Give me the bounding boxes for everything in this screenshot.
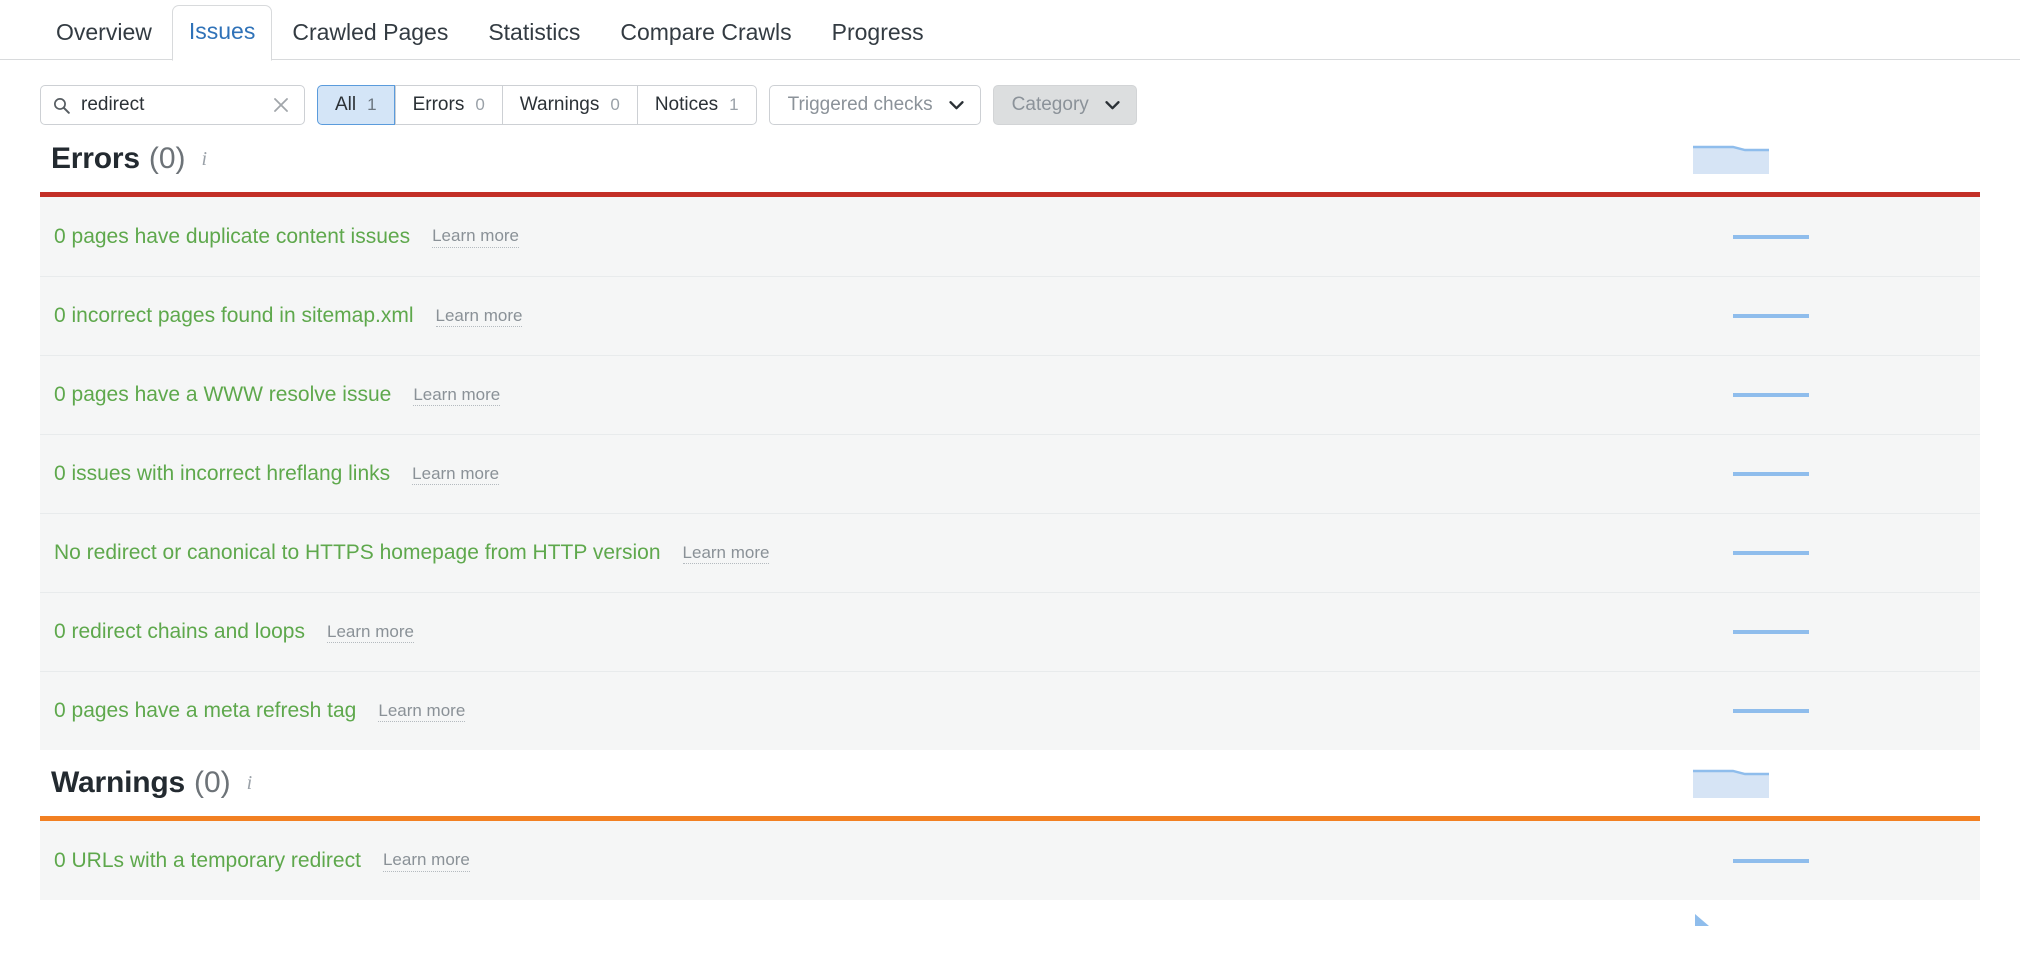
learn-more-link[interactable]: Learn more: [412, 463, 499, 485]
segment-warnings[interactable]: Warnings 0: [502, 85, 637, 125]
section-header-row: Warnings (0) i: [0, 750, 2020, 816]
segment-count: 1: [367, 86, 376, 124]
issue-row[interactable]: 0 URLs with a temporary redirect Learn mo…: [40, 821, 1980, 900]
tab-overview[interactable]: Overview: [36, 21, 172, 60]
issue-sparkline: [1733, 230, 1809, 244]
dropdown-triggered-checks[interactable]: Triggered checks: [769, 85, 981, 125]
segment-count: 0: [610, 86, 619, 124]
filter-toolbar: redirect All 1 Errors 0 Warnings 0 Notices 1 Tr…: [0, 60, 2020, 126]
issue-rows-errors: 0 pages have duplicate content issues Lea…: [40, 197, 1980, 750]
section-sparkline: [1693, 143, 1769, 174]
search-icon: [53, 97, 70, 114]
learn-more-link[interactable]: Learn more: [327, 621, 414, 643]
tab-issues[interactable]: Issues: [172, 5, 272, 61]
learn-more-link[interactable]: Learn more: [436, 305, 523, 327]
issue-sparkline: [1693, 912, 1723, 928]
issue-row[interactable]: 0 incorrect pages found in sitemap.xml Le…: [40, 276, 1980, 355]
clear-search-icon[interactable]: [268, 92, 294, 118]
tab-compare-crawls[interactable]: Compare Crawls: [600, 21, 811, 60]
issue-sparkline: [1733, 704, 1809, 718]
tab-progress[interactable]: Progress: [812, 21, 944, 60]
segment-label: Notices: [655, 86, 718, 124]
dropdown-label: Category: [1012, 94, 1089, 116]
segment-errors[interactable]: Errors 0: [395, 85, 502, 125]
segment-notices[interactable]: Notices 1: [637, 85, 757, 125]
tab-bar: OverviewIssuesCrawled PagesStatisticsCom…: [0, 0, 2020, 60]
issue-row-partial[interactable]: [40, 900, 1980, 928]
learn-more-link[interactable]: Learn more: [383, 849, 470, 871]
tab-crawled-pages[interactable]: Crawled Pages: [272, 21, 468, 60]
dropdown-category[interactable]: Category: [993, 85, 1137, 125]
dropdown-label: Triggered checks: [788, 94, 933, 116]
chevron-down-icon: [949, 94, 964, 116]
learn-more-link[interactable]: Learn more: [432, 225, 519, 247]
issue-row[interactable]: 0 pages have duplicate content issues Lea…: [40, 197, 1980, 276]
issue-sparkline: [1733, 388, 1809, 402]
segment-label: All: [335, 86, 356, 124]
section-sparkline: [1693, 767, 1769, 798]
issue-sparkline: [1733, 546, 1809, 560]
issue-label: 0 pages have duplicate content issues: [54, 225, 410, 249]
issue-sparkline: [1733, 625, 1809, 639]
segment-label: Warnings: [520, 86, 600, 124]
search-input[interactable]: redirect: [40, 85, 305, 125]
section-title: Errors: [51, 142, 140, 176]
section-count: (0): [149, 142, 186, 176]
issue-row[interactable]: 0 redirect chains and loops Learn more: [40, 592, 1980, 671]
issue-label: 0 pages have a meta refresh tag: [54, 699, 356, 723]
section-header-row: Errors (0) i: [0, 126, 2020, 192]
issue-row[interactable]: 0 pages have a meta refresh tag Learn mor…: [40, 671, 1980, 750]
severity-filter-group: All 1 Errors 0 Warnings 0 Notices 1: [317, 85, 757, 125]
issue-label: 0 issues with incorrect hreflang links: [54, 462, 390, 486]
segment-count: 1: [729, 86, 738, 124]
issue-label: No redirect or canonical to HTTPS homepa…: [54, 541, 661, 565]
search-value: redirect: [70, 94, 268, 116]
info-icon[interactable]: i: [247, 773, 253, 793]
learn-more-link[interactable]: Learn more: [378, 700, 465, 722]
issue-sparkline: [1733, 309, 1809, 323]
issues-list: Errors (0) i 0 pages have duplicate content…: [0, 126, 2020, 928]
segment-count: 0: [475, 86, 484, 124]
learn-more-link[interactable]: Learn more: [413, 384, 500, 406]
issue-label: 0 incorrect pages found in sitemap.xml: [54, 304, 414, 328]
issue-row[interactable]: 0 issues with incorrect hreflang links Le…: [40, 434, 1980, 513]
issue-rows-warnings: 0 URLs with a temporary redirect Learn mo…: [40, 821, 1980, 900]
issue-sparkline: [1733, 854, 1809, 868]
issue-row[interactable]: 0 pages have a WWW resolve issue Learn mo…: [40, 355, 1980, 434]
section-count: (0): [194, 766, 231, 800]
segment-label: Errors: [413, 86, 465, 124]
issue-label: 0 redirect chains and loops: [54, 620, 305, 644]
section-title: Warnings: [51, 766, 185, 800]
info-icon[interactable]: i: [202, 149, 208, 169]
learn-more-link[interactable]: Learn more: [683, 542, 770, 564]
chevron-down-icon: [1105, 94, 1120, 116]
tab-statistics[interactable]: Statistics: [468, 21, 600, 60]
issue-sparkline: [1733, 467, 1809, 481]
issue-label: 0 pages have a WWW resolve issue: [54, 383, 391, 407]
segment-all[interactable]: All 1: [317, 85, 395, 125]
issue-label: 0 URLs with a temporary redirect: [54, 849, 361, 873]
issue-row[interactable]: No redirect or canonical to HTTPS homepa…: [40, 513, 1980, 592]
dropdown-group: Triggered checks Category: [769, 85, 1137, 125]
